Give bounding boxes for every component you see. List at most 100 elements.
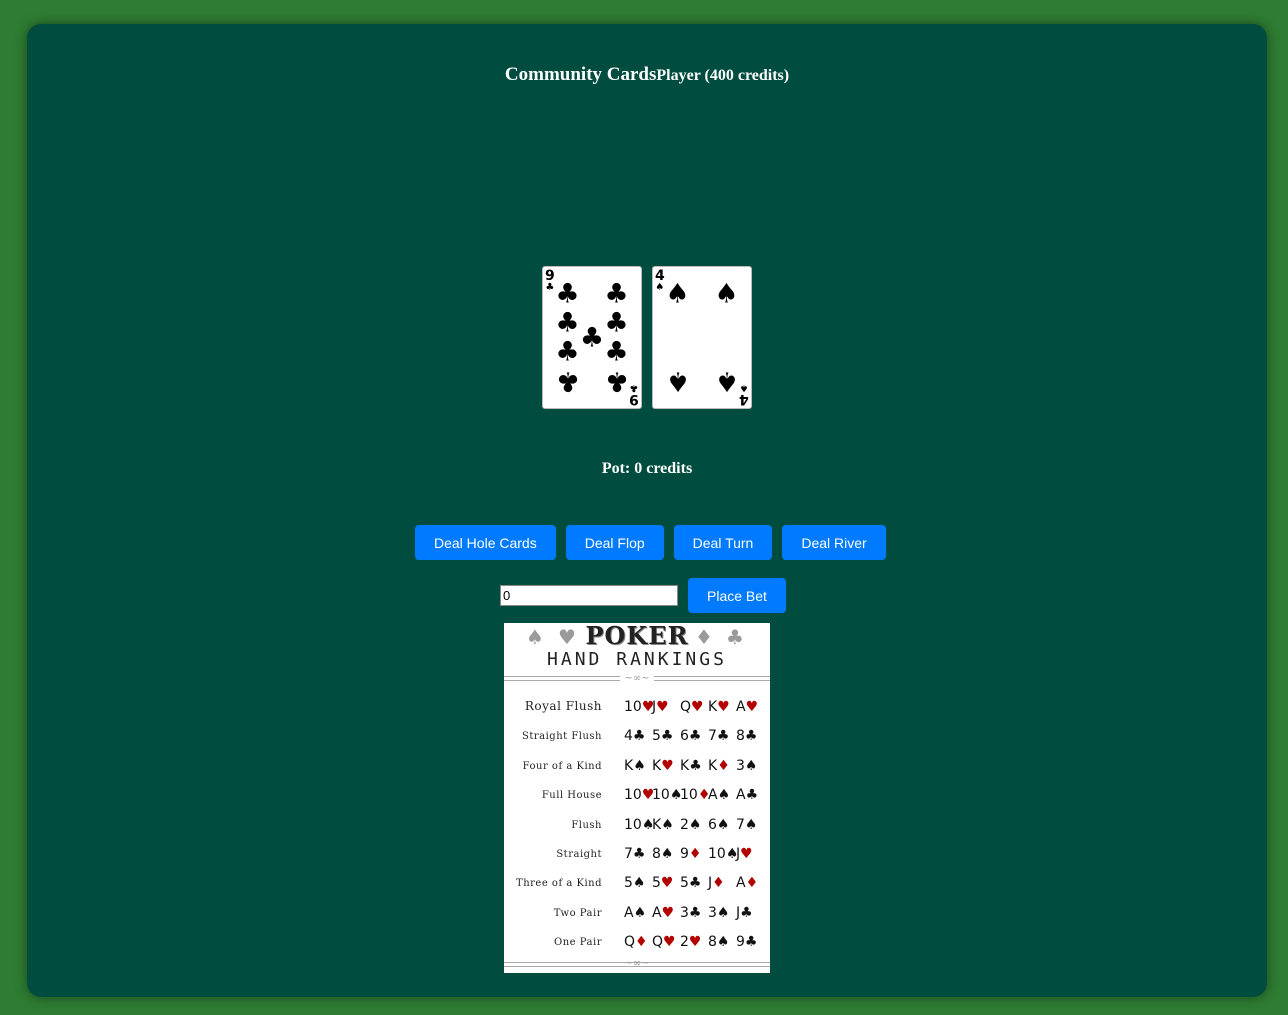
club-icon: ♣ [632,728,646,745]
ranking-card: 8♣ [736,728,759,744]
card-rank: 10 [680,787,698,804]
ranking-cards: 4♣ 5♣ 6♣ 7♣ 8♣ [624,728,759,744]
ranking-name: One Pair [554,937,602,949]
card-rank: 10 [624,699,642,715]
card-rank: 5 [652,728,661,745]
ranking-cards: 10♥ 10♠ 10♦ A♠ A♣ [624,787,759,803]
deal-button-row: Deal Hole Cards Deal Flop Deal Turn Deal… [415,525,886,560]
card-rank: A [652,904,662,921]
card-corner-top: 4 ♠ [655,269,665,294]
card-corner-bottom: 4 ♠ [739,381,749,407]
place-bet-button[interactable]: Place Bet [688,578,786,613]
card-rank: 10 [652,787,670,804]
divider [654,676,770,681]
diamond-icon: ♦ [717,757,730,774]
ranking-card: 3♠ [736,758,759,774]
ranking-card: K♥ [708,699,731,715]
card-rank: 8 [708,934,717,951]
ranking-card: K♥ [652,758,675,774]
card-rank: Q [624,934,636,951]
club-pip-icon: ♣ [604,278,629,310]
deal-turn-button[interactable]: Deal Turn [673,525,773,560]
ranking-row: Three of a Kind 5♠ 5♥ 5♣ J♦ A♦ [504,869,770,891]
deal-flop-button[interactable]: Deal Flop [565,525,664,560]
card-rank: 10 [624,816,642,833]
ranking-row: Full House 10♥ 10♠ 10♦ A♠ A♣ [504,781,770,803]
deal-hole-cards-button[interactable]: Deal Hole Cards [415,525,556,560]
ranking-card: 9♣ [736,934,759,950]
spade-icon: ♠ [688,816,702,833]
ranking-card: 8♠ [652,846,675,862]
card-rank: 2 [680,934,689,951]
ranking-card: 5♥ [652,875,675,891]
ranking-card: 2♠ [680,817,703,833]
club-pip-icon: ♣ [579,322,605,353]
spade-icon: ♠ [716,934,730,951]
divider [504,676,620,681]
ranking-card: K♣ [680,758,703,774]
bet-amount-input[interactable] [500,585,678,606]
ornament-icon: ~∞~ [624,958,650,969]
spade-pip-icon: ♠ [714,365,739,397]
card-rank: 6 [708,816,717,833]
ranking-card: A♣ [736,787,759,803]
club-icon: ♣ [632,846,646,862]
card-rank: 10 [624,787,642,804]
ranking-card: 8♠ [708,934,731,950]
ranking-row: Two Pair A♠ A♥ 3♣ 3♠ J♣ [504,899,770,921]
ranking-card: K♠ [624,758,647,774]
club-pip-icon: ♣ [555,307,580,339]
heart-icon: ♥ [745,699,759,715]
ranking-card: J♣ [736,905,759,921]
card-rank: 5 [652,875,661,892]
ranking-card: 7♠ [736,817,759,833]
ranking-cards: 10♥ J♥ Q♥ K♥ A♥ [624,699,759,715]
club-pip-icon: ♣ [604,365,629,397]
bet-row: Place Bet [500,578,786,613]
card-rank: 7 [736,816,745,833]
spade-icon: ♠ [633,757,646,774]
club-pip-icon: ♣ [604,307,629,339]
card-rank: A [736,699,746,715]
ranking-card: 4♣ [624,728,647,744]
ranking-card: 10♠ [652,787,682,804]
ranking-card: 7♣ [624,846,647,862]
club-icon: ♣ [716,728,730,745]
ranking-card: 5♣ [680,875,703,891]
card-rank: 3 [680,904,689,921]
heart-icon: ♥ [661,757,674,774]
diamond-icon: ♦ [635,934,648,951]
card-rank: A [736,787,746,804]
heart-icon: ♥ [688,934,702,951]
ranking-name: Four of a Kind [522,760,602,772]
ranking-card: 10♠ [624,816,654,833]
ranking-card: 10♠ [708,846,738,862]
rankings-subtitle: HAND RANKINGS [547,649,727,670]
club-icon: ♣ [688,728,702,745]
ranking-card: A♠ [624,905,647,921]
spade-icon: ♠ [744,757,758,774]
ranking-card: 10♥ [624,699,654,715]
card-rank: Q [652,934,664,951]
card-rank: A [708,787,718,804]
club-icon: ♣ [745,787,759,804]
club-pip-icon: ♣ [555,365,580,397]
deal-river-button[interactable]: Deal River [782,525,886,560]
community-cards-label: Community Cards [504,64,657,85]
spade-icon: ♠ [716,904,730,921]
ranking-card: J♦ [708,875,731,891]
card-rank: 7 [624,846,633,862]
ranking-row: Straight 7♣ 8♠ 9♦ 10♠ J♥ [504,840,770,862]
card-corner-top: 9 ♣ [545,269,555,294]
ranking-name: Full House [541,790,602,802]
card-rank: 3 [736,757,745,774]
club-icon: ♣ [545,282,555,293]
spade-icon: ♠ [632,875,646,892]
hole-card-four-of-spades: 4 ♠ 4 ♠ ♠ ♠ ♠ ♠ [652,266,752,409]
spade-icon: ♠ [661,816,674,833]
ranking-cards: 10♠ K♠ 2♠ 6♠ 7♠ [624,817,759,833]
club-icon: ♣ [740,904,753,921]
club-icon: ♣ [688,875,702,892]
ranking-cards: K♠ K♥ K♣ K♦ 3♠ [624,758,759,774]
club-pip-icon: ♣ [604,336,629,368]
